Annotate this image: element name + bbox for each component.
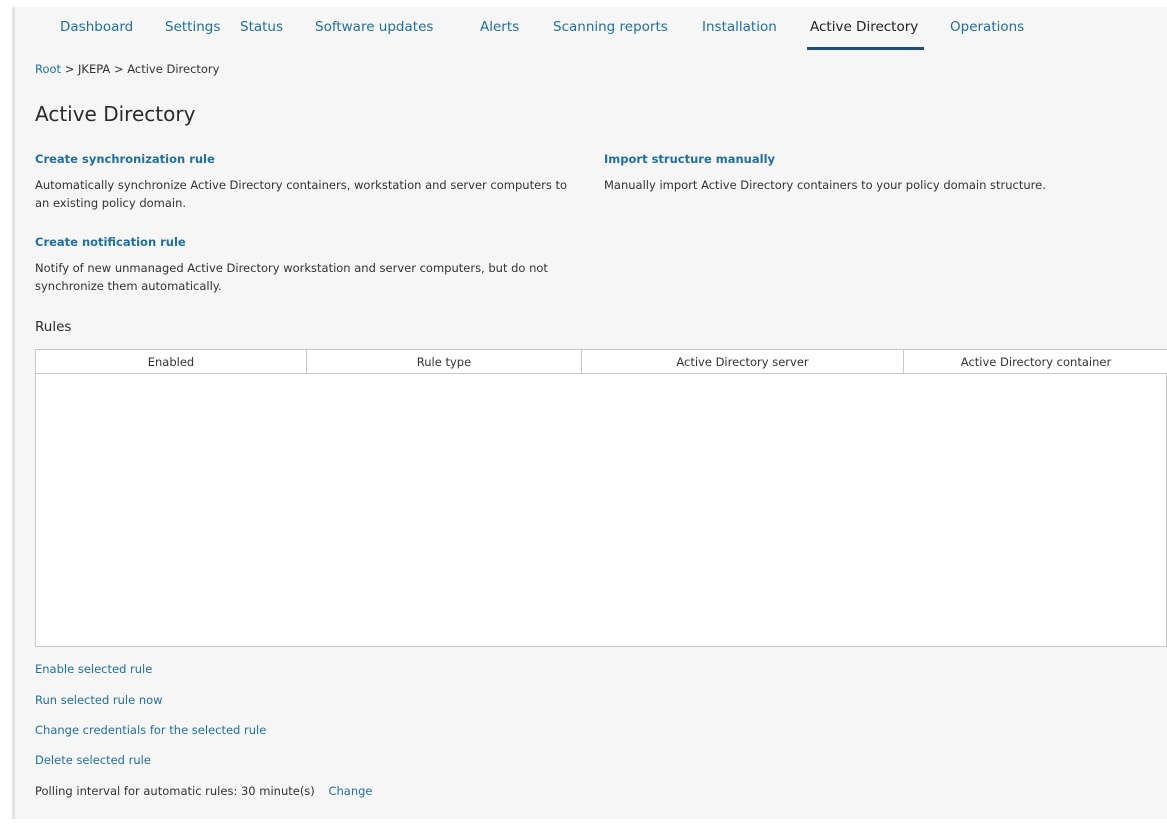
rules-heading: Rules (35, 319, 72, 335)
tab-alerts[interactable]: Alerts (480, 19, 519, 35)
sync-rule-description: Automatically synchronize Active Directo… (35, 178, 568, 210)
notification-rule-description: Notify of new unmanaged Active Directory… (35, 261, 548, 293)
tab-dashboard[interactable]: Dashboard (60, 19, 133, 35)
import-structure-description: Manually import Active Directory contain… (604, 178, 1046, 192)
create-sync-rule-link[interactable]: Create synchronization rule (35, 152, 215, 166)
rules-table-header: Enabled Rule type Active Directory serve… (36, 350, 1167, 374)
breadcrumb-separator: > (113, 62, 128, 76)
page-title: Active Directory (35, 102, 196, 126)
tab-status[interactable]: Status (240, 19, 283, 35)
rules-table[interactable]: Enabled Rule type Active Directory serve… (35, 349, 1167, 647)
breadcrumb: Root > JKEPA > Active Directory (35, 62, 219, 76)
main-panel: Dashboard Settings Status Software updat… (15, 7, 1167, 819)
breadcrumb-current: Active Directory (127, 62, 220, 76)
change-credentials-link[interactable]: Change credentials for the selected rule (35, 723, 266, 737)
import-structure-manually-link[interactable]: Import structure manually (604, 152, 775, 166)
delete-selected-rule-link[interactable]: Delete selected rule (35, 753, 151, 767)
breadcrumb-separator: > (64, 62, 79, 76)
tab-active-directory[interactable]: Active Directory (810, 19, 918, 35)
tab-software-updates[interactable]: Software updates (315, 19, 433, 35)
enable-selected-rule-link[interactable]: Enable selected rule (35, 662, 152, 676)
column-header-rule-type[interactable]: Rule type (306, 350, 581, 374)
breadcrumb-root[interactable]: Root (35, 62, 61, 76)
tab-scanning-reports[interactable]: Scanning reports (553, 19, 668, 35)
polling-interval-text: Polling interval for automatic rules: 30… (35, 784, 315, 798)
tab-installation[interactable]: Installation (702, 19, 777, 35)
active-tab-indicator (807, 47, 924, 50)
tab-bar: Dashboard Settings Status Software updat… (15, 7, 1167, 50)
column-header-ad-server[interactable]: Active Directory server (581, 350, 903, 374)
column-header-enabled[interactable]: Enabled (36, 350, 306, 374)
column-header-ad-container[interactable]: Active Directory container (903, 350, 1167, 374)
polling-interval: Polling interval for automatic rules: 30… (35, 784, 372, 798)
app-window: Dashboard Settings Status Software updat… (0, 0, 1167, 834)
run-selected-rule-link[interactable]: Run selected rule now (35, 693, 163, 707)
change-polling-link[interactable]: Change (328, 784, 372, 798)
tab-operations[interactable]: Operations (950, 19, 1024, 35)
breadcrumb-jkepa[interactable]: JKEPA (78, 62, 110, 76)
create-notification-rule-link[interactable]: Create notification rule (35, 235, 186, 249)
rules-table-body[interactable] (36, 374, 1166, 646)
tab-settings[interactable]: Settings (165, 19, 220, 35)
